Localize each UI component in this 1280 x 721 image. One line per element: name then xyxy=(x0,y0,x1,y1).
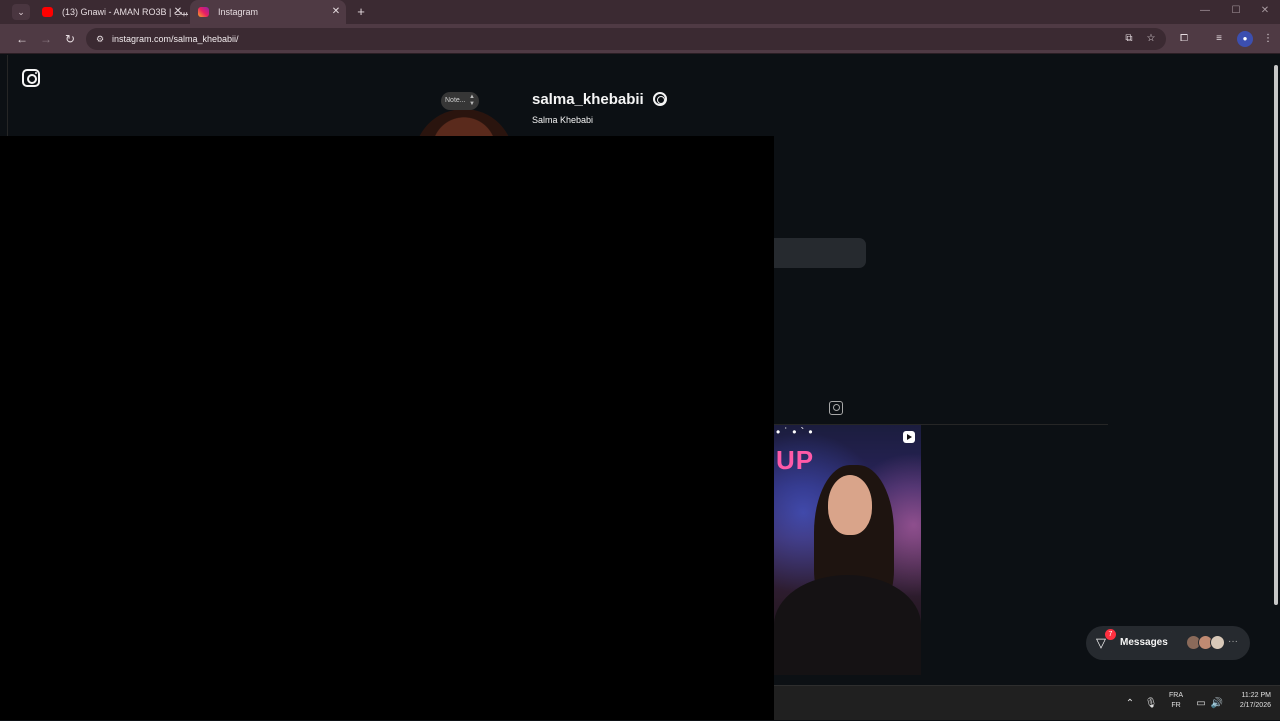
maximize-button[interactable]: ☐ xyxy=(1221,0,1251,24)
tagged-tab-icon[interactable] xyxy=(829,401,843,415)
browser-tab-strip: ⌄ (13) Gnawi - AMAN RO3B | حبيب ✕ Instag… xyxy=(0,0,1280,24)
messages-label: Messages xyxy=(1120,637,1168,648)
close-icon[interactable]: ✕ xyxy=(172,0,184,24)
address-bar[interactable]: ⚙ instagram.com/salma_khebabii/ ⧉ ☆ xyxy=(86,28,1166,50)
lang-bottom: FR xyxy=(1171,702,1181,709)
youtube-icon xyxy=(42,7,53,17)
volume-icon[interactable]: 🔊 xyxy=(1210,686,1224,721)
more-icon: ··· xyxy=(1228,636,1238,647)
scrollbar[interactable] xyxy=(1272,55,1280,685)
scrollbar-thumb[interactable] xyxy=(1274,65,1278,605)
input-language[interactable]: FRA FR xyxy=(1167,691,1185,711)
forward-button[interactable]: → xyxy=(38,31,54,47)
lang-top: FRA xyxy=(1169,692,1183,699)
browser-toolbar: ← → ↻ ⚙ instagram.com/salma_khebabii/ ⧉ … xyxy=(0,24,1280,54)
messages-button[interactable]: ▽ 7 Messages ··· xyxy=(1086,626,1250,660)
install-app-icon[interactable]: ⧉ xyxy=(1122,32,1136,46)
reel-icon xyxy=(903,431,915,443)
note-bubble[interactable]: Note... ▲ ▼ xyxy=(441,92,479,110)
instagram-icon[interactable] xyxy=(22,69,40,87)
tab-instagram[interactable]: Instagram ✕ xyxy=(190,0,346,24)
profile-username: salma_khebabii xyxy=(532,91,644,108)
network-icon[interactable]: ▭ xyxy=(1194,686,1208,721)
reel-thumbnail[interactable]: •˙•`• UP xyxy=(774,425,921,675)
back-button[interactable]: ← xyxy=(14,31,30,47)
media-control-icon[interactable]: ≡ xyxy=(1211,31,1227,47)
settings-gear-icon[interactable] xyxy=(653,92,667,106)
microphone-icon[interactable]: 🎙 xyxy=(1144,686,1158,721)
new-tab-button[interactable]: + xyxy=(352,3,370,21)
chevron-up-icon[interactable]: ⌃ xyxy=(1124,686,1136,721)
minimize-button[interactable]: — xyxy=(1190,0,1220,24)
tab-youtube[interactable]: (13) Gnawi - AMAN RO3B | حبيب ✕ xyxy=(34,0,188,24)
close-icon[interactable]: ✕ xyxy=(330,0,342,24)
avatar xyxy=(1210,635,1225,650)
reel-overlay-text: UP xyxy=(776,445,815,475)
site-info-icon[interactable]: ⚙ xyxy=(94,33,106,45)
note-text: Note... xyxy=(445,97,466,104)
tab-title: Instagram xyxy=(218,7,259,17)
profile-full-name: Salma Khebabi xyxy=(532,115,594,125)
extensions-icon[interactable]: ⧠ xyxy=(1176,31,1192,47)
clock-time: 11:22 PM xyxy=(1241,692,1271,699)
tab-search-button[interactable]: ⌄ xyxy=(12,4,30,20)
taskbar: ⌃ 🎙 FRA FR ▭ 🔊 11:22 PM 2/17/2026 xyxy=(774,685,1280,720)
url-text: instagram.com/salma_khebabii/ xyxy=(112,34,239,44)
bookmark-star-icon[interactable]: ☆ xyxy=(1144,32,1158,46)
sidebar-divider xyxy=(7,55,8,137)
send-icon: ▽ xyxy=(1096,635,1106,650)
window-close-button[interactable]: ✕ xyxy=(1250,0,1280,24)
redacted-region xyxy=(0,136,774,720)
tab-title: (13) Gnawi - AMAN RO3B | حبيب xyxy=(62,7,188,17)
browser-menu-icon[interactable]: ⋮ xyxy=(1260,31,1276,47)
instagram-icon xyxy=(198,7,209,17)
note-arrows-icon: ▲ ▼ xyxy=(469,94,475,107)
unread-badge: 7 xyxy=(1105,629,1116,640)
clock-date: 2/17/2026 xyxy=(1239,702,1271,709)
reload-button[interactable]: ↻ xyxy=(62,31,78,47)
profile-avatar-icon[interactable]: ● xyxy=(1237,31,1253,47)
clock[interactable]: 11:22 PM 2/17/2026 xyxy=(1227,691,1271,711)
